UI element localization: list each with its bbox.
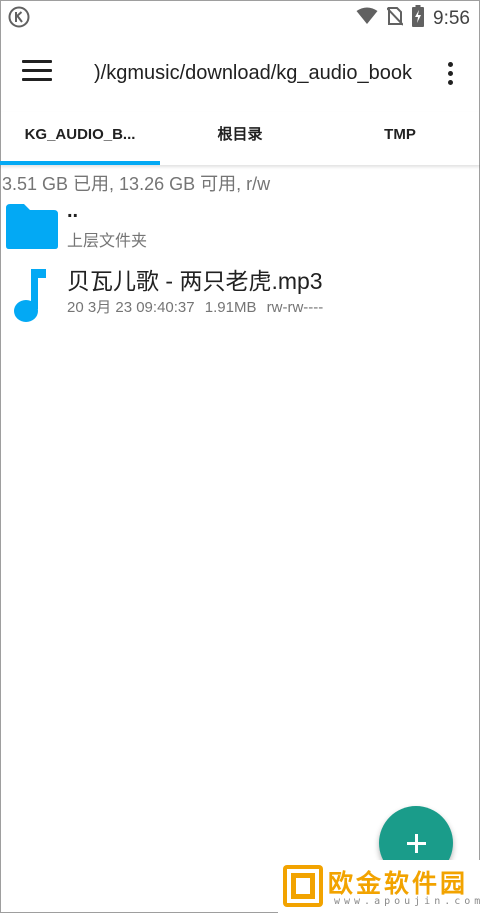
parent-folder-row[interactable]: .. 上层文件夹 xyxy=(0,198,480,256)
tab-label: 根目录 xyxy=(217,126,263,143)
tab-label: KG_AUDIO_B... xyxy=(24,126,136,143)
status-time: 9:56 xyxy=(433,7,470,29)
tab-label: TMP xyxy=(384,126,416,143)
file-meta: 20 3月 23 09:40:37 1.91MB rw-rw---- xyxy=(67,296,329,317)
parent-folder-name: .. xyxy=(67,200,79,222)
folder-icon xyxy=(6,204,58,249)
music-note-icon xyxy=(14,269,46,322)
kugou-k-icon xyxy=(8,6,30,33)
tab-selected-indicator xyxy=(0,161,160,165)
file-name: 贝瓦儿歌 - 两只老虎.mp3 xyxy=(67,268,323,294)
no-sim-icon xyxy=(386,6,404,31)
hamburger-menu-icon[interactable] xyxy=(22,60,52,88)
list-item[interactable]: 贝瓦儿歌 - 两只老虎.mp3 20 3月 23 09:40:37 1.91MB… xyxy=(0,262,480,328)
watermark-url: www.apoujin.com xyxy=(334,896,480,907)
tab-root-directory[interactable]: 根目录 xyxy=(160,112,320,165)
file-permissions: rw-rw---- xyxy=(266,299,324,316)
watermark-logo-icon xyxy=(283,865,323,907)
watermark-text: 欧金软件园 xyxy=(328,870,469,898)
tab-tmp[interactable]: TMP xyxy=(320,112,480,165)
file-date: 20 3月 23 09:40:37 xyxy=(67,299,195,316)
watermark: 欧金软件园 www.apoujin.com xyxy=(278,860,480,913)
file-size: 1.91MB xyxy=(204,299,257,316)
wifi-icon xyxy=(356,7,378,30)
storage-info: 3.51 GB 已用, 13.26 GB 可用, r/w xyxy=(2,174,271,194)
more-vert-icon[interactable] xyxy=(440,62,460,90)
battery-charging-icon xyxy=(412,5,425,32)
tab-kg-audio-book[interactable]: KG_AUDIO_B... xyxy=(0,112,160,165)
tab-bar: KG_AUDIO_B... 根目录 TMP xyxy=(0,112,480,165)
path-title: )/kgmusic/download/kg_audio_book xyxy=(94,62,412,84)
app-bar: )/kgmusic/download/kg_audio_book xyxy=(0,36,480,112)
status-bar: 9:56 xyxy=(0,0,480,36)
parent-folder-subtitle: 上层文件夹 xyxy=(67,233,148,250)
